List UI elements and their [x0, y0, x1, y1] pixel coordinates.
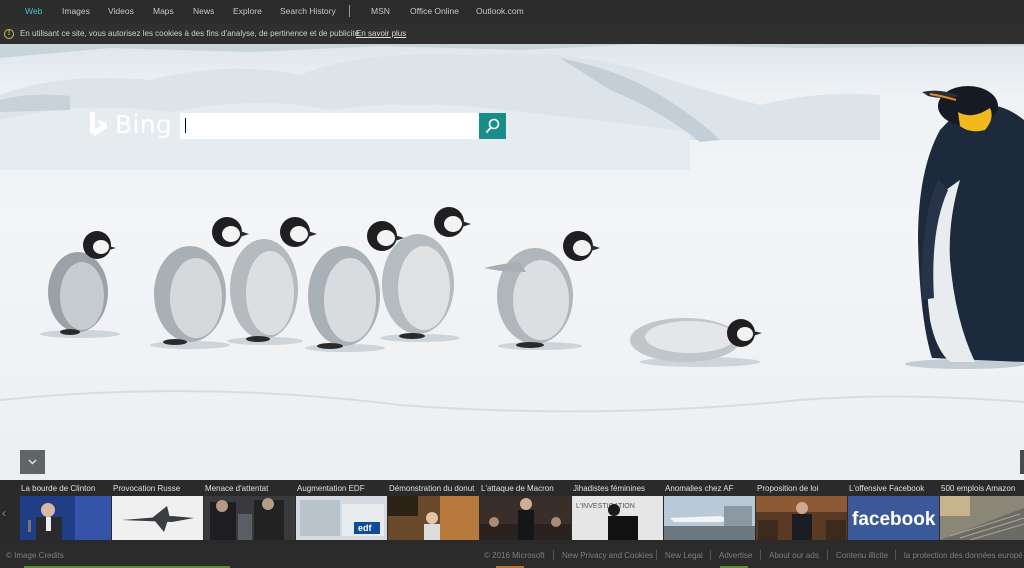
image-credits-link[interactable]: © Image Credits	[6, 551, 64, 560]
footer-divider	[760, 550, 761, 560]
nav-outlook[interactable]: Outlook.com	[476, 6, 524, 16]
news-item-label: L'offensive Facebook	[849, 484, 925, 493]
warning-icon: !	[4, 29, 14, 39]
news-carousel: ‹ La bourde de Clinton Provocation Russe…	[0, 480, 1024, 544]
news-thumbnail	[20, 496, 111, 540]
news-item[interactable]: Anomalies chez AF	[664, 480, 755, 544]
about-ads-link[interactable]: About our ads	[769, 551, 819, 560]
news-thumbnail	[480, 496, 571, 540]
nav-office-online[interactable]: Office Online	[410, 6, 459, 16]
advertise-link[interactable]: Advertise	[719, 551, 752, 560]
news-thumbnail: facebook	[848, 496, 939, 540]
news-item[interactable]: L'offensive Facebook facebook	[848, 480, 939, 544]
news-thumbnail: L'INVESTIGATION	[572, 496, 663, 540]
news-item-label: L'attaque de Macron	[481, 484, 554, 493]
bing-logo[interactable]: Bing	[88, 109, 172, 139]
top-navigation: Web Images Videos Maps News Explore Sear…	[0, 0, 1024, 24]
news-item-label: Démonstration du donut	[389, 484, 475, 493]
svg-text:facebook: facebook	[852, 509, 936, 530]
news-item-label: La bourde de Clinton	[21, 484, 96, 493]
news-item-label: Provocation Russe	[113, 484, 181, 493]
cookie-notice-bar: ! En utilisant ce site, vous autorisez l…	[0, 24, 1024, 44]
legal-link[interactable]: New Legal	[665, 551, 703, 560]
news-item[interactable]: La bourde de Clinton	[20, 480, 111, 544]
copyright-text: © 2016 Microsoft	[484, 551, 545, 560]
chevron-down-icon	[28, 459, 37, 465]
news-item[interactable]: Augmentation EDF edf	[296, 480, 387, 544]
search-input[interactable]	[180, 113, 479, 139]
news-item[interactable]: Proposition de loi	[756, 480, 847, 544]
news-thumbnail	[388, 496, 479, 540]
news-item-label: Menace d'attentat	[205, 484, 269, 493]
privacy-cookies-link[interactable]: New Privacy and Cookies	[562, 551, 653, 560]
nav-images[interactable]: Images	[62, 6, 90, 16]
news-thumbnail	[664, 496, 755, 540]
footer-divider	[710, 550, 711, 560]
learn-more-link[interactable]: En savoir plus	[356, 29, 406, 38]
illicit-content-link[interactable]: Contenu illicite	[836, 551, 888, 560]
news-item-label: 500 emplois Amazon	[941, 484, 1016, 493]
nav-search-history[interactable]: Search History	[280, 6, 336, 16]
news-item-label: Anomalies chez AF	[665, 484, 734, 493]
svg-text:L'INVESTIGATION: L'INVESTIGATION	[576, 503, 635, 510]
scroll-down-button[interactable]	[20, 450, 45, 474]
footer-divider	[656, 550, 657, 560]
news-thumbnail	[940, 496, 1024, 540]
news-item-label: Jihadistes féminines	[573, 484, 646, 493]
news-item[interactable]: Menace d'attentat	[204, 480, 295, 544]
news-thumbnail	[112, 496, 203, 540]
nav-explore[interactable]: Explore	[233, 6, 262, 16]
news-item[interactable]: 500 emplois Amazon	[940, 480, 1024, 544]
footer-divider	[895, 550, 896, 560]
footer: © Image Credits © 2016 Microsoft New Pri…	[0, 544, 1024, 568]
news-thumbnail: edf	[296, 496, 387, 540]
nav-divider	[349, 5, 350, 17]
news-item-label: Augmentation EDF	[297, 484, 365, 493]
footer-divider	[827, 550, 828, 560]
svg-text:edf: edf	[358, 523, 373, 533]
nav-news[interactable]: News	[193, 6, 214, 16]
news-item[interactable]: Provocation Russe	[112, 480, 203, 544]
footer-divider	[553, 550, 554, 560]
news-thumbnail	[756, 496, 847, 540]
nav-videos[interactable]: Videos	[108, 6, 134, 16]
data-protection-link[interactable]: la protection des données europé	[904, 551, 1024, 560]
nav-msn[interactable]: MSN	[371, 6, 390, 16]
text-cursor	[185, 118, 186, 133]
bing-logo-text: Bing	[115, 109, 173, 139]
chevron-left-icon[interactable]: ‹	[2, 506, 6, 520]
nav-maps[interactable]: Maps	[153, 6, 174, 16]
news-item-label: Proposition de loi	[757, 484, 819, 493]
cookie-notice-text: En utilisant ce site, vous autorisez les…	[20, 29, 362, 38]
search-icon	[485, 118, 500, 134]
news-thumbnail	[204, 496, 295, 540]
side-panel-tab[interactable]	[1020, 450, 1024, 474]
news-item[interactable]: Démonstration du donut	[388, 480, 479, 544]
search-button[interactable]	[479, 113, 506, 139]
news-item[interactable]: Jihadistes féminines L'INVESTIGATION	[572, 480, 663, 544]
news-item[interactable]: L'attaque de Macron	[480, 480, 571, 544]
bing-logo-icon	[90, 111, 107, 136]
nav-web[interactable]: Web	[25, 6, 42, 16]
